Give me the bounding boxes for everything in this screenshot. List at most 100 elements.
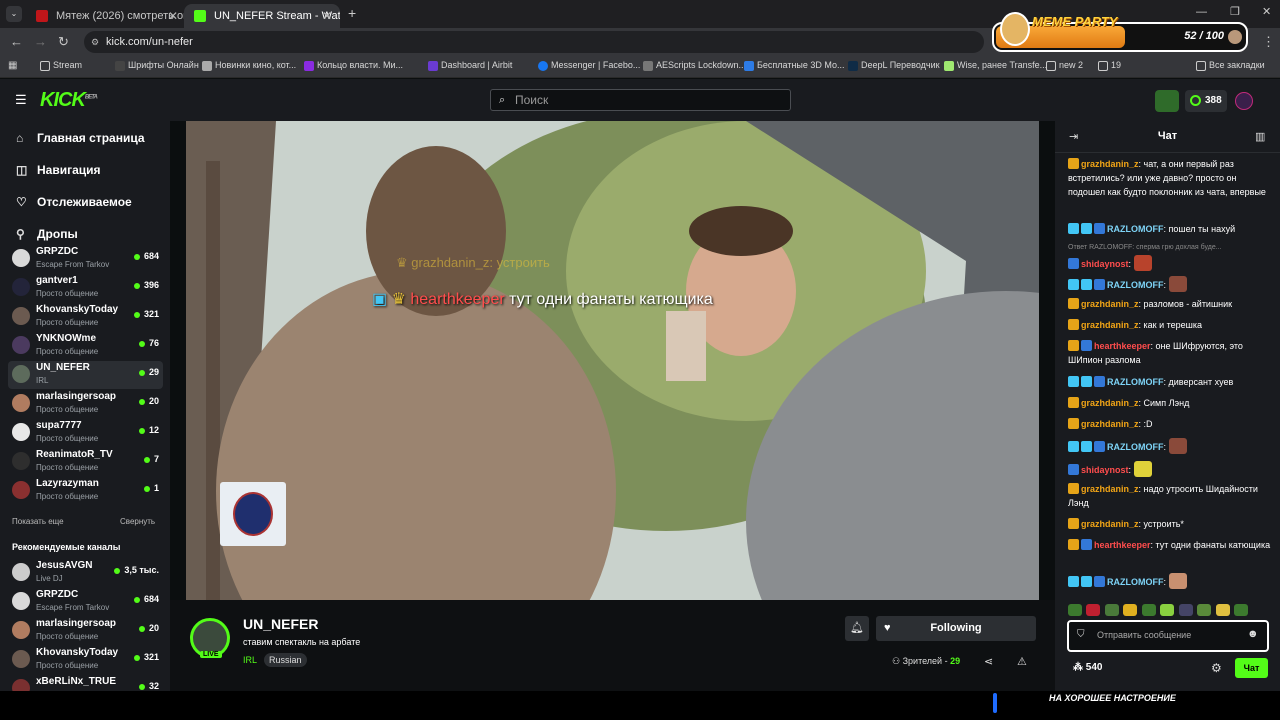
- bookmark-item[interactable]: Dashboard | Airbit: [428, 60, 512, 71]
- bookmark-item[interactable]: Messenger | Facebo...: [538, 60, 640, 71]
- user-avatar[interactable]: [1235, 92, 1253, 110]
- emote-icon[interactable]: [1234, 604, 1249, 616]
- show-more-link[interactable]: Показать еще: [12, 517, 64, 526]
- nav-browse[interactable]: ◫ Навигация: [16, 163, 101, 177]
- emoji-picker-icon[interactable]: ☻: [1247, 628, 1259, 640]
- close-tab-icon[interactable]: ✕: [168, 4, 178, 28]
- live-dot-icon: [138, 683, 145, 690]
- recommended-channel[interactable]: KhovanskyToday Просто общение 321: [8, 646, 163, 674]
- emote-icon[interactable]: [1160, 604, 1175, 616]
- emote-icon[interactable]: [1178, 604, 1193, 616]
- drops-chest-icon[interactable]: [1155, 90, 1179, 112]
- bookmark-item[interactable]: Wise, ранее Transfe...: [944, 60, 1047, 71]
- chat-settings-toggle-icon[interactable]: ⛉: [1077, 629, 1085, 640]
- all-bookmarks-folder[interactable]: Все закладки: [1196, 60, 1265, 71]
- hamburger-menu-icon[interactable]: ☰: [15, 92, 27, 108]
- followed-channel[interactable]: supa7777 Просто общение 12: [8, 419, 163, 447]
- tab-favicon-icon: [36, 10, 48, 22]
- tab-list-button[interactable]: ⌄: [6, 6, 22, 22]
- emote-icon[interactable]: [1068, 604, 1082, 616]
- bookmark-folder[interactable]: new 2: [1046, 60, 1083, 71]
- bookmark-item[interactable]: Шрифты Онлайн: [115, 60, 199, 71]
- stream-category[interactable]: IRL: [243, 655, 257, 665]
- recommended-channel[interactable]: GRPZDC Escape From Tarkov 684: [8, 588, 163, 616]
- followed-channel[interactable]: KhovanskyToday Просто общение 321: [8, 303, 163, 331]
- points-button[interactable]: 388: [1185, 90, 1227, 112]
- language-tag[interactable]: Russian: [264, 653, 307, 667]
- emote-icon[interactable]: [1104, 604, 1119, 616]
- browser-tab-un-nefer[interactable]: UN_NEFER Stream - Watch ✕: [184, 4, 340, 28]
- followed-channel[interactable]: Lazyrazyman Просто общение 1: [8, 477, 163, 505]
- nav-home[interactable]: ⌂ Главная страница: [16, 131, 145, 145]
- bookmark-item[interactable]: Кольцо власти. Ми...: [304, 60, 403, 71]
- chat-title: Чат: [1157, 130, 1178, 142]
- chat-settings-icon[interactable]: ⚙: [1211, 661, 1222, 675]
- followed-channel[interactable]: marlasingersoap Просто общение 20: [8, 390, 163, 418]
- emote-icon[interactable]: [1141, 604, 1156, 616]
- banner-text: НА ХОРОШЕЕ НАСТРОЕНИЕ: [1049, 693, 1176, 703]
- recommended-channel[interactable]: xBeRLiNx_TRUE 32: [8, 675, 163, 691]
- report-icon[interactable]: ⚠: [1017, 655, 1027, 668]
- followed-channel-active[interactable]: UN_NEFER IRL 29: [8, 361, 163, 389]
- channel-points[interactable]: ⁂ 540: [1073, 662, 1102, 673]
- recommended-channel[interactable]: JesusAVGN Live DJ 3,5 тыс.: [8, 559, 163, 587]
- og-badge-icon: [1081, 539, 1092, 550]
- live-dot-icon: [133, 253, 140, 260]
- chat-message-input[interactable]: ⛉ Отправить сообщение ☻: [1067, 620, 1269, 652]
- chat-message: grazhdanin_z: надо утросить Шидайности Л…: [1068, 483, 1258, 508]
- avatar: [12, 621, 30, 639]
- follow-button[interactable]: ♥ Following: [876, 616, 1036, 641]
- search-placeholder: Поиск: [515, 93, 549, 107]
- apps-grid-icon[interactable]: ▦: [8, 60, 17, 71]
- kick-logo[interactable]: KICKBETA: [40, 89, 98, 112]
- kick-favicon-icon: [194, 10, 206, 22]
- forward-arrow-icon[interactable]: →: [34, 34, 47, 49]
- share-icon[interactable]: ⋖: [984, 655, 993, 668]
- emote-row: [1068, 599, 1273, 616]
- site-info-icon[interactable]: ⚙: [91, 31, 99, 53]
- emote-icon[interactable]: [1123, 604, 1138, 616]
- search-input[interactable]: ⌕ Поиск: [490, 89, 791, 111]
- tab-title: Мятеж (2026) смотреть онлайн: [56, 10, 186, 22]
- chat-send-button[interactable]: Чат: [1235, 658, 1268, 678]
- window-minimize-icon[interactable]: —: [1196, 6, 1207, 18]
- followed-channel[interactable]: ReanimatoR_TV Просто общение 7: [8, 448, 163, 476]
- nav-drops[interactable]: ⚲ Дропы: [16, 227, 78, 241]
- deepl-icon: [848, 61, 858, 71]
- chat-input-placeholder: Отправить сообщение: [1097, 630, 1192, 640]
- back-arrow-icon[interactable]: ←: [10, 34, 23, 49]
- followed-channel[interactable]: YNKNOWme Просто общение 76: [8, 332, 163, 360]
- bookmark-item[interactable]: DeepL Переводчик: [848, 60, 940, 71]
- bookmark-item[interactable]: Бесплатные 3D Мо...: [744, 60, 845, 71]
- new-tab-icon[interactable]: +: [348, 5, 356, 21]
- followed-channel[interactable]: gantver1 Просто общение 396: [8, 274, 163, 302]
- browser-menu-icon[interactable]: ⋮: [1262, 34, 1275, 50]
- emote-icon[interactable]: [1197, 604, 1212, 616]
- og-badge-icon: [1094, 279, 1105, 290]
- bookmark-item[interactable]: Stream: [40, 60, 82, 71]
- compass-icon: ◫: [16, 163, 28, 177]
- avatar: [12, 650, 30, 668]
- nav-following[interactable]: ♡ Отслеживаемое: [16, 195, 132, 209]
- bookmark-folder[interactable]: 19: [1098, 60, 1121, 71]
- window-close-icon[interactable]: ✕: [1262, 5, 1271, 18]
- subscriber-badge-icon: [1068, 539, 1079, 550]
- followed-channel[interactable]: GRPZDC Escape From Tarkov 684: [8, 245, 163, 273]
- browser-tab-myatezh[interactable]: Мятеж (2026) смотреть онлайн ✕: [26, 4, 186, 28]
- emote-icon[interactable]: [1215, 604, 1230, 616]
- window-restore-icon[interactable]: ❐: [1230, 5, 1240, 18]
- notification-bell-button[interactable]: 🔔︎: [845, 616, 869, 641]
- recommended-channel[interactable]: marlasingersoap Просто общение 20: [8, 617, 163, 645]
- bookmark-item[interactable]: Новинки кино, кот...: [202, 60, 296, 71]
- url-field[interactable]: ⚙ kick.com/un-nefer: [84, 31, 984, 53]
- folder-icon: [1046, 61, 1056, 71]
- bookmark-item[interactable]: AEScripts Lockdown...: [643, 60, 746, 71]
- video-player[interactable]: ♛ grazhdanin_z: устроить ▣ ♛ hearthkeepe…: [186, 121, 1039, 600]
- reload-icon[interactable]: ↻: [58, 34, 69, 50]
- collapse-link[interactable]: Свернуть: [120, 517, 155, 526]
- chat-stats-icon[interactable]: ▥: [1255, 130, 1265, 143]
- streamer-name[interactable]: UN_NEFER: [243, 616, 318, 632]
- emote-icon[interactable]: [1086, 604, 1101, 616]
- stream-title: ставим спектакль на арбате: [243, 637, 361, 647]
- close-tab-icon[interactable]: ✕: [322, 4, 332, 28]
